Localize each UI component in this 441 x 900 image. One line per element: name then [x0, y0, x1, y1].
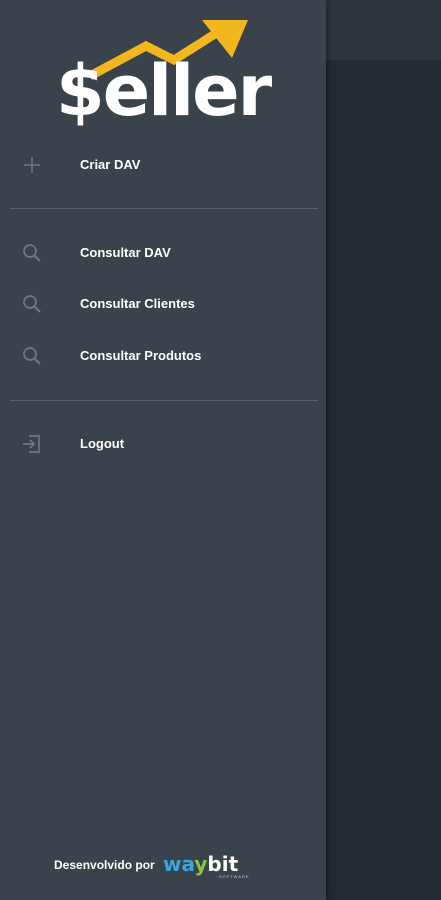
- footer-credits: Desenvolvido por waybit SOFTWARE: [0, 852, 326, 882]
- menu-item-label: Logout: [80, 436, 125, 451]
- menu-divider: [10, 400, 318, 401]
- search-icon: [23, 347, 41, 365]
- menu-item-consultar-produtos[interactable]: Consultar Produtos: [0, 332, 326, 380]
- waybit-subtitle: SOFTWARE: [219, 874, 250, 879]
- menu-item-label: Criar DAV: [80, 157, 141, 172]
- seller-logo: $eller: [50, 18, 280, 126]
- search-icon: [23, 244, 41, 262]
- menu-divider: [10, 208, 318, 209]
- menu-item-label: Consultar Clientes: [80, 296, 195, 311]
- menu-item-consultar-dav[interactable]: Consultar DAV: [0, 229, 326, 277]
- developed-by-text: Desenvolvido por: [54, 858, 155, 872]
- search-icon: [23, 295, 41, 313]
- menu-item-consultar-clientes[interactable]: Consultar Clientes: [0, 280, 326, 328]
- waybit-logo: waybit: [163, 852, 239, 876]
- logo-text: $eller: [56, 50, 272, 132]
- navigation-drawer: $eller Criar DAV Consultar DAV Consultar…: [0, 0, 326, 900]
- menu-item-label: Consultar Produtos: [80, 348, 202, 363]
- plus-icon: [24, 157, 40, 173]
- logout-icon: [23, 435, 40, 453]
- menu-item-label: Consultar DAV: [80, 245, 171, 260]
- menu-item-logout[interactable]: Logout: [0, 420, 326, 468]
- menu-item-criar-dav[interactable]: Criar DAV: [0, 141, 326, 189]
